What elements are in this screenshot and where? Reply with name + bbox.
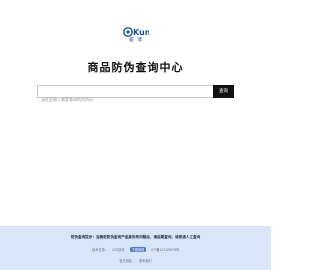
brand-logo-subtitle: 鲲 溥 [129, 38, 143, 43]
footer-link-contact[interactable]: 联系我们 [139, 259, 152, 263]
search-input[interactable] [38, 94, 213, 105]
network-badge: 中国网络 [129, 247, 147, 252]
tech-support-value: CSS技术 [111, 248, 125, 252]
footer-links: 官方网站 联系我们 [0, 258, 271, 263]
footer-tip: 防伪查询提示：当确定防伪查询产品真伪有问题后，请后期查询，请拨通人工查询 [70, 235, 201, 239]
search-button[interactable]: 查询 [213, 85, 234, 98]
tech-support-label: 技术支持： [91, 248, 108, 252]
search-field[interactable] [37, 85, 213, 105]
icp-number: ICP备12345678号 [151, 248, 180, 252]
page-title: 商品防伪查询中心 [87, 61, 184, 74]
page: Kun 鲲 溥 商品防伪查询中心 查询 防伪查询提示：当确定防伪查询产品真伪有问… [0, 0, 271, 270]
brand-logo-text: Kun [133, 28, 149, 37]
footer: 防伪查询提示：当确定防伪查询产品真伪有问题后，请后期查询，请拨通人工查询 技术支… [0, 226, 271, 270]
footer-link-official-site[interactable]: 官方网站 [119, 259, 132, 263]
footer-info: 技术支持： CSS技术 中国网络 ICP备12345678号 [0, 247, 271, 252]
